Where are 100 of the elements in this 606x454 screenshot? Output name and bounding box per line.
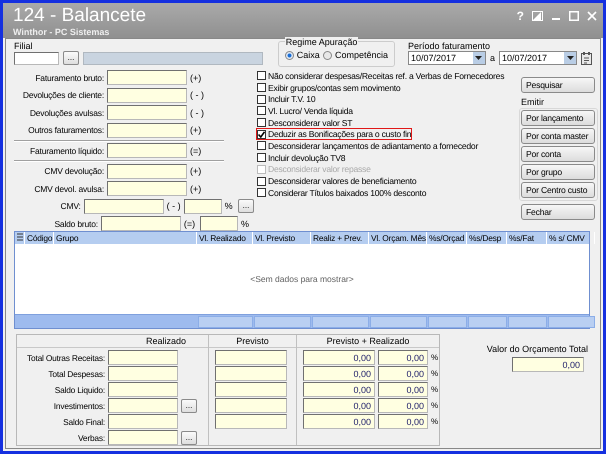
percent-label: % [431, 401, 438, 410]
percent-label: % [431, 385, 438, 394]
percent-value-field[interactable]: 0,00 [378, 398, 428, 413]
previsto-field[interactable] [215, 366, 287, 381]
total-label: Devoluções avulsas: [28, 108, 104, 118]
realizado-field[interactable] [108, 414, 178, 429]
emit-button[interactable]: Por grupo [521, 164, 595, 180]
start-date-field[interactable]: 10/07/2017 [408, 51, 486, 65]
sign-label: ( - ) [190, 90, 204, 100]
total-value-field[interactable]: 0,00 [303, 350, 375, 365]
emit-button[interactable]: Por lançamento [521, 110, 595, 126]
window-subtitle: Winthor - PC Sistemas [13, 27, 110, 37]
total-field[interactable] [107, 143, 187, 158]
regime-radio[interactable]: Competência [322, 50, 388, 60]
emit-button[interactable]: Por conta master [521, 128, 595, 144]
calendar-icon[interactable] [581, 52, 592, 64]
percent-value-field[interactable]: 0,00 [378, 350, 428, 365]
previsto-header: Previsto [209, 335, 296, 348]
more-button[interactable]: ... [238, 199, 254, 214]
option-checkbox[interactable]: Desconsiderar valores de beneficiamento [256, 175, 418, 187]
maximize-icon[interactable] [569, 11, 579, 21]
sign-label: (+) [190, 184, 202, 194]
previsto-field[interactable] [215, 350, 287, 365]
budget-label: Valor do Orçamento Total [486, 344, 588, 354]
option-checkbox[interactable]: Exibir grupos/contas sem movimento [256, 82, 402, 94]
total-label: Saldo bruto: [53, 218, 98, 229]
previsto-field[interactable] [215, 414, 287, 429]
option-checkbox[interactable]: Não considerar despesas/Receitas ref. a Verbas de Fornecedores [256, 70, 506, 82]
close-button[interactable]: Fechar [521, 204, 595, 220]
previsto-field[interactable] [215, 382, 287, 397]
summary-label: Total Despesas: [47, 368, 105, 378]
more-button[interactable]: ... [181, 430, 197, 444]
realizado-field[interactable] [108, 350, 178, 365]
total-label: Faturamento líquido: [29, 146, 104, 156]
total-value-field[interactable]: 0,00 [303, 366, 375, 381]
total-label: CMV devol. avulsa: [33, 184, 104, 194]
total-value-field[interactable]: 0,00 [303, 414, 375, 429]
total-field[interactable] [107, 181, 187, 196]
sign-label: (+) [190, 72, 202, 83]
end-date-field[interactable]: 10/07/2017 [499, 51, 577, 65]
summary-label: Investimentos: [52, 400, 105, 410]
column-chooser-icon[interactable] [17, 233, 23, 241]
regime-label: Regime Apuração [284, 37, 358, 47]
option-checkbox[interactable]: Desconsiderar valor ST [256, 116, 354, 128]
total-field[interactable] [107, 122, 187, 138]
total-label: Devoluções de cliente: [22, 90, 104, 100]
periodo-label: Período faturamento [408, 41, 492, 51]
summary-label: Total Outras Receitas: [26, 352, 105, 362]
search-button[interactable]: Pesquisar [521, 77, 595, 93]
total-label: CMV: [60, 201, 81, 212]
total-field[interactable] [84, 198, 164, 214]
option-checkbox[interactable]: Incluir T.V. 10 [256, 93, 316, 106]
percent-label: % [431, 369, 438, 378]
window-mode-icon[interactable] [532, 11, 543, 21]
percent-value-field[interactable]: 0,00 [378, 414, 428, 429]
total-field[interactable] [107, 164, 187, 179]
regime-radio[interactable]: Caixa [284, 50, 320, 60]
option-checkbox[interactable]: Incluir devolução TV8 [256, 152, 346, 164]
emit-button[interactable]: Por Centro custo [521, 182, 595, 198]
dropdown-icon[interactable] [566, 56, 574, 60]
check-icon [258, 130, 265, 138]
realizado-field[interactable] [108, 366, 178, 381]
empty-message: <Sem dados para mostrar> [250, 274, 354, 284]
filial-search-button[interactable]: ... [63, 51, 79, 65]
sign-label: (=) [184, 218, 196, 229]
realizado-field[interactable] [108, 398, 178, 413]
percent-field[interactable] [200, 216, 238, 232]
previsto-field[interactable] [215, 398, 287, 413]
date-separator: a [490, 53, 495, 63]
budget-field[interactable]: 0,00 [512, 357, 584, 372]
total-field[interactable] [107, 70, 187, 86]
filial-code-field[interactable] [14, 52, 59, 64]
percent-label: % [240, 218, 250, 229]
option-checkbox[interactable]: Deduzir as Bonificações para o custo fin [256, 128, 412, 140]
option-checkbox[interactable]: Desconsiderar lançamentos de adiantamento a fornecedor [256, 140, 480, 152]
total-label: CMV devolução: [43, 166, 104, 176]
dropdown-icon[interactable] [475, 56, 482, 60]
total-label: Faturamento bruto: [34, 72, 104, 83]
percent-value-field[interactable]: 0,00 [378, 366, 428, 381]
emit-label: Emitir [521, 97, 545, 107]
percent-label: % [224, 201, 234, 212]
option-checkbox[interactable]: Vl. Lucro/ Venda líquida [256, 105, 354, 117]
emit-button[interactable]: Por conta [521, 146, 595, 162]
percent-field[interactable] [184, 198, 222, 214]
total-field[interactable] [107, 88, 187, 103]
close-icon[interactable] [587, 11, 597, 21]
total-label: Outros faturamentos: [27, 125, 104, 136]
realizado-field[interactable] [108, 382, 178, 397]
total-value-field[interactable]: 0,00 [303, 382, 375, 397]
total-value-field[interactable]: 0,00 [303, 398, 375, 413]
sign-label: (+) [190, 125, 202, 136]
total-field[interactable] [107, 105, 187, 120]
realizado-field[interactable] [108, 430, 178, 445]
summary-label: Verbas: [77, 432, 105, 442]
sign-label: (=) [190, 146, 202, 156]
percent-label: % [431, 353, 438, 362]
total-field[interactable] [100, 216, 181, 232]
more-button[interactable]: ... [181, 398, 197, 412]
percent-value-field[interactable]: 0,00 [378, 382, 428, 397]
option-checkbox[interactable]: Considerar Títulos baixados 100% desconto [256, 186, 428, 199]
